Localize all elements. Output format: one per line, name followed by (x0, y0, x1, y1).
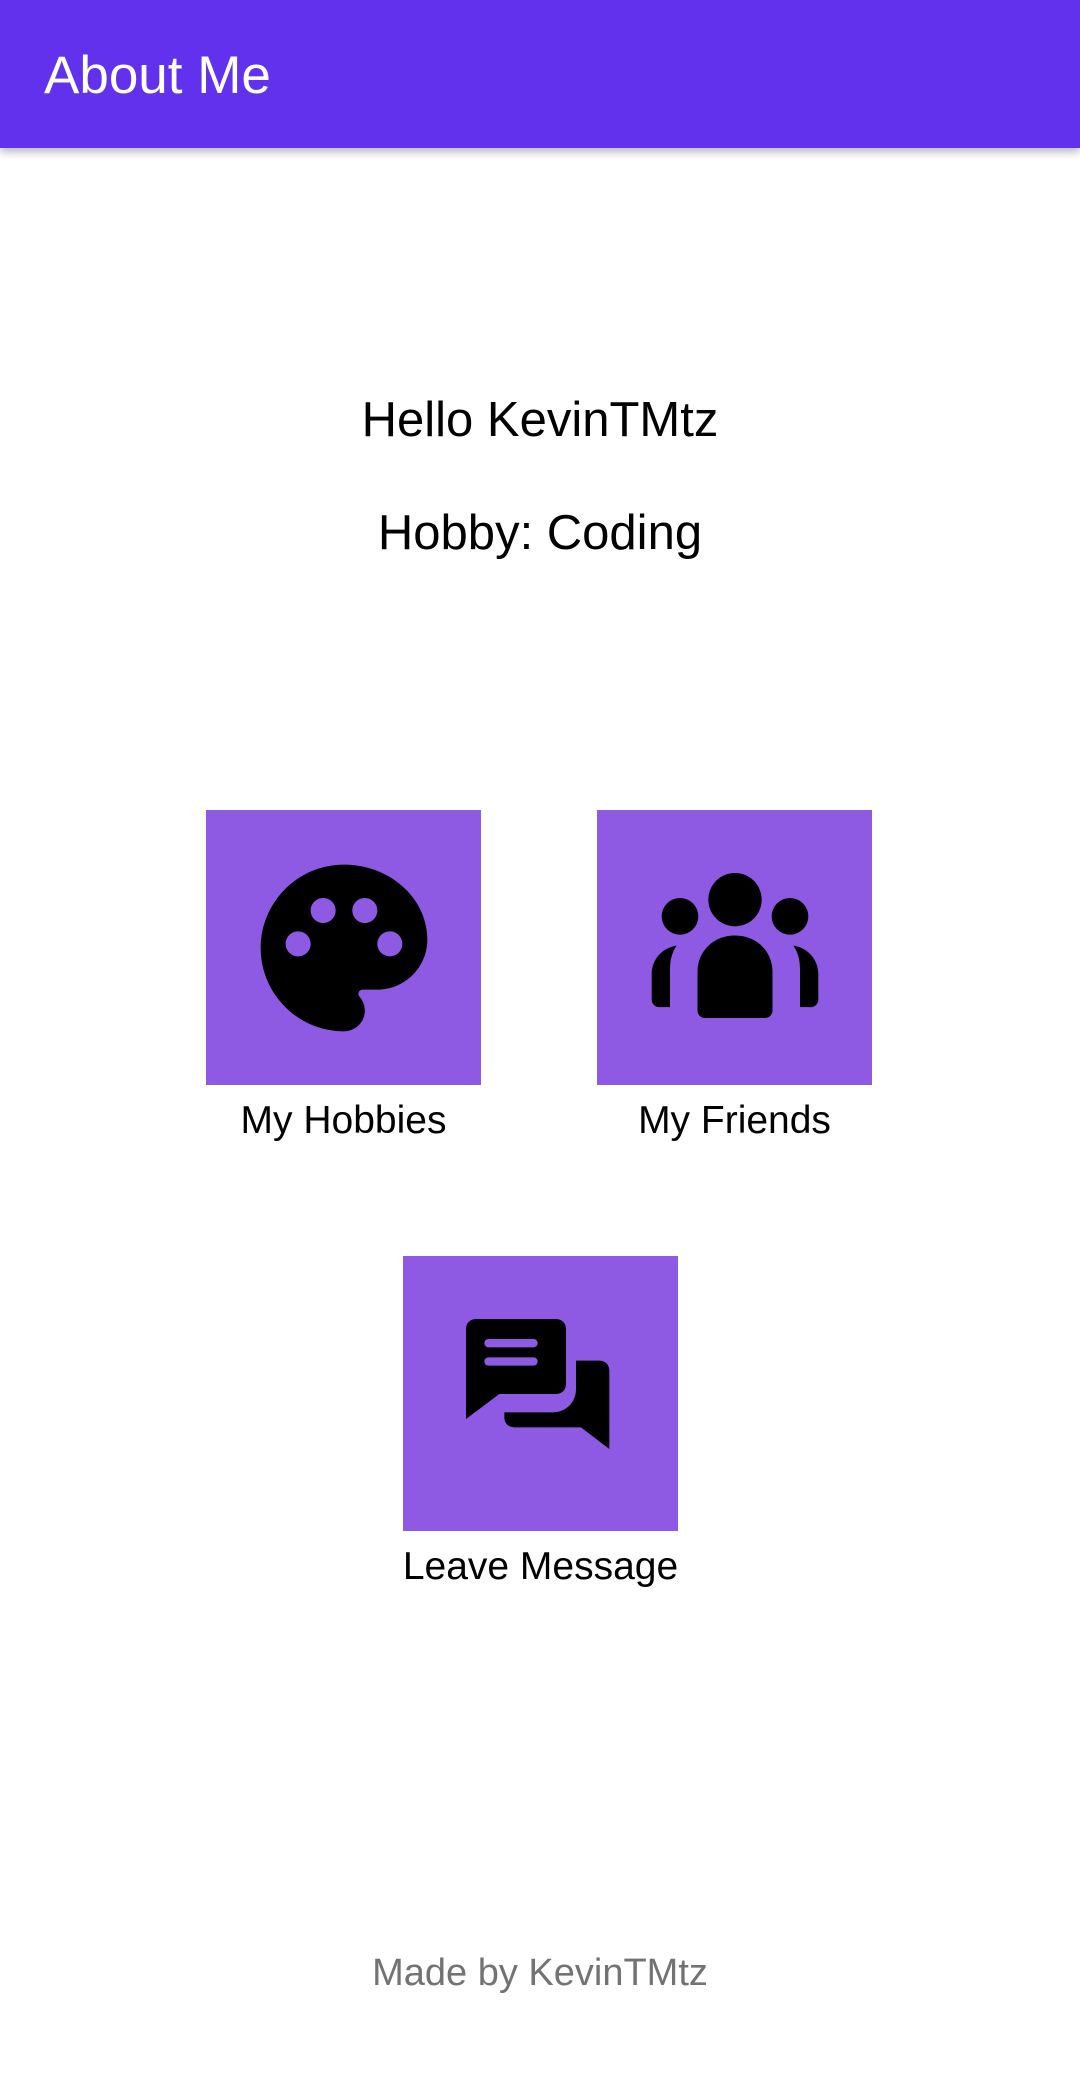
app-screen: About Me Hello KevinTMtz Hobby: Coding M… (0, 0, 1080, 2073)
greeting-text: Hello KevinTMtz (361, 393, 719, 447)
footer-credit: Made by KevinTMtz (372, 1952, 708, 1994)
my-hobbies-tile[interactable]: My Hobbies (206, 810, 481, 1142)
my-hobbies-button[interactable] (206, 810, 481, 1085)
group-icon (651, 872, 818, 1018)
my-friends-tile[interactable]: My Friends (597, 810, 872, 1142)
app-bar: About Me (0, 0, 1080, 148)
my-hobbies-label: My Hobbies (240, 1099, 447, 1142)
palette-icon (260, 864, 427, 1031)
leave-message-tile[interactable]: Leave Message (403, 1256, 678, 1588)
my-friends-label: My Friends (638, 1099, 831, 1142)
app-bar-title: About Me (44, 46, 271, 105)
leave-message-label: Leave Message (402, 1545, 679, 1588)
leave-message-button[interactable] (403, 1256, 678, 1531)
my-friends-button[interactable] (597, 810, 872, 1085)
forum-icon (465, 1318, 609, 1449)
hobby-text: Hobby: Coding (377, 506, 703, 560)
